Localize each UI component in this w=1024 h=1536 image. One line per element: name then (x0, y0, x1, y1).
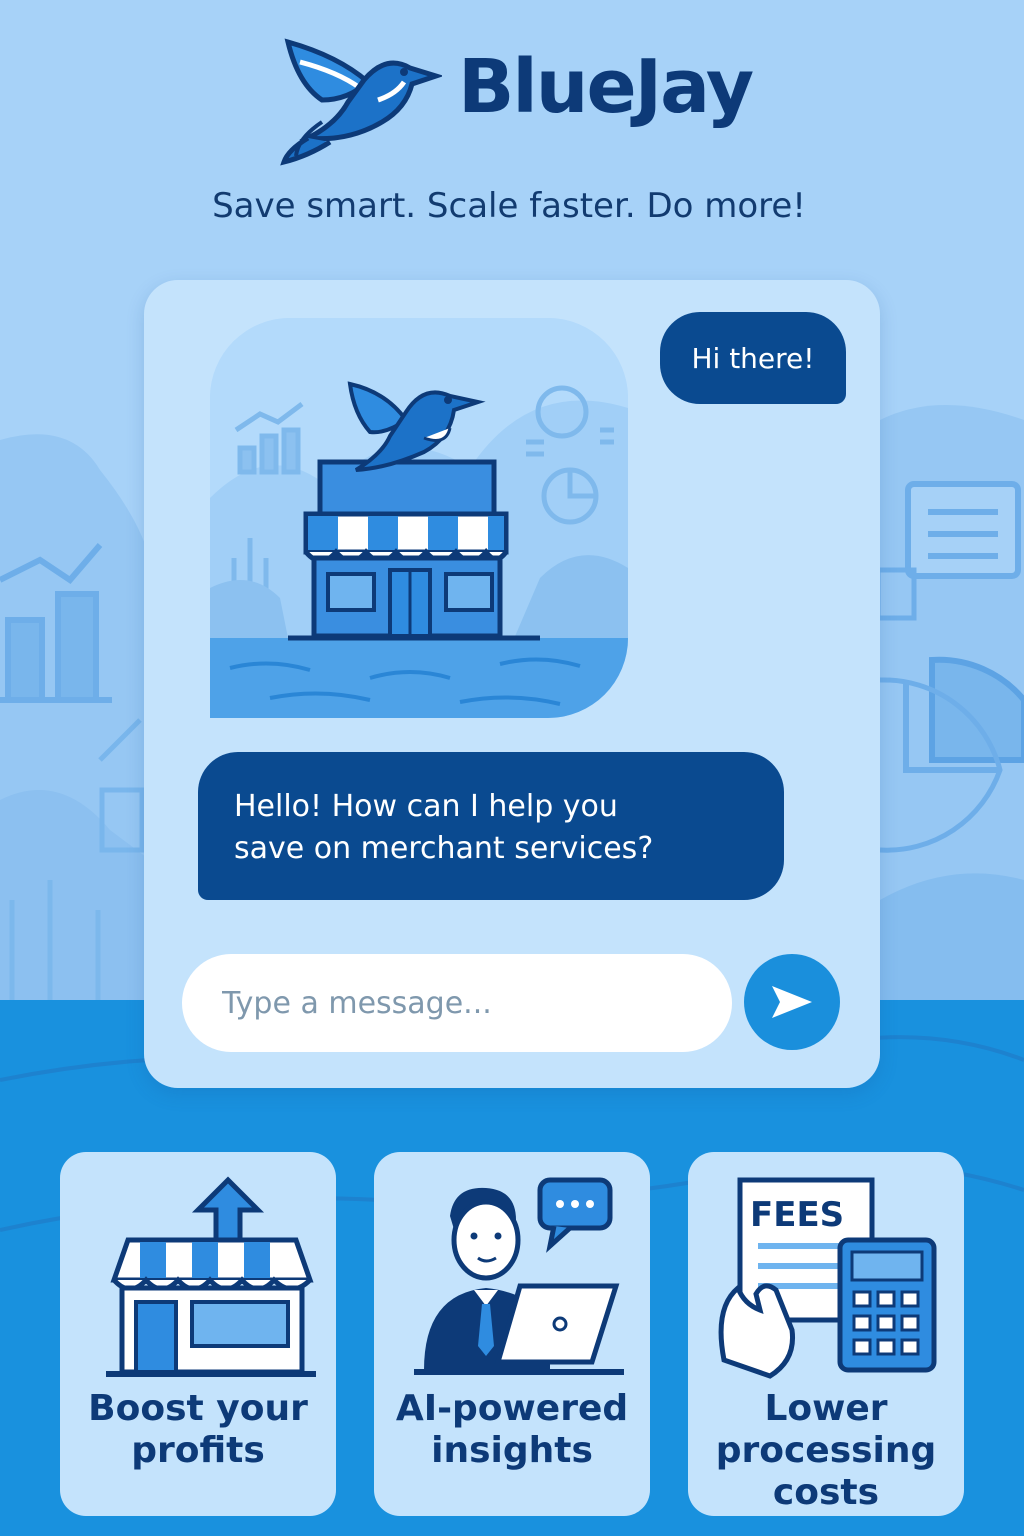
brand-name: BlueJay (458, 44, 754, 130)
message-input[interactable] (182, 954, 732, 1052)
chat-window: Hi there! Hello! How can I help you save… (144, 280, 880, 1088)
feature-label: Lower processing costs (715, 1388, 937, 1513)
bot-message-bubble: Hello! How can I help you save on mercha… (198, 752, 784, 900)
feature-label: Boost your profits (88, 1388, 308, 1471)
svg-text:FEES: FEES (750, 1195, 844, 1235)
storefront-bird-icon (210, 318, 628, 718)
advisor-laptop-icon (414, 1177, 624, 1375)
feature-card-boost-profits[interactable]: Boost your profits (60, 1152, 336, 1516)
bluejay-logo-icon (280, 38, 442, 166)
tagline: Save smart. Scale faster. Do more! (212, 186, 806, 226)
feature-card-lower-costs[interactable]: FEES Lower processing costs (688, 1152, 964, 1516)
storefront-growth-icon (106, 1176, 316, 1377)
send-icon (772, 986, 812, 1018)
user-message-bubble: Hi there! (660, 312, 846, 404)
storefront-illustration (210, 318, 628, 718)
app-header: BlueJay Save smart. Scale faster. Do mor… (0, 0, 1024, 260)
send-button[interactable] (744, 954, 840, 1050)
feature-label: AI-powered insights (395, 1388, 629, 1471)
feature-card-ai-insights[interactable]: AI-powered insights (374, 1152, 650, 1516)
fees-calculator-icon: FEES (718, 1177, 937, 1379)
